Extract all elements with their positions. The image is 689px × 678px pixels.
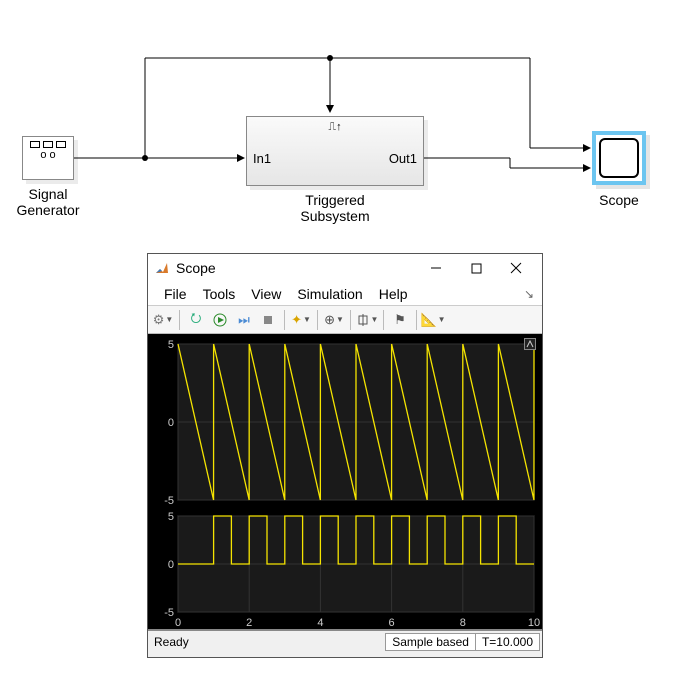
port-out1: Out1 (389, 151, 417, 166)
measurements-button[interactable]: 📐▼ (422, 309, 444, 331)
svg-text:0: 0 (168, 559, 174, 571)
plot-expand-icon[interactable] (524, 338, 536, 350)
triggers-button[interactable]: ⚑ (389, 309, 411, 331)
svg-text:0: 0 (175, 617, 181, 629)
zoom-button[interactable]: ⊕▼ (323, 309, 345, 331)
scope-axes-1[interactable]: -5 0 5 (148, 336, 542, 506)
highlight-button[interactable]: ✦▼ (290, 309, 312, 331)
step-forward-button[interactable]: ⏭ (233, 309, 255, 331)
svg-text:-5: -5 (164, 607, 174, 619)
menu-simulation[interactable]: Simulation (289, 286, 370, 302)
maximize-button[interactable] (456, 255, 496, 281)
status-time: T=10.000 (475, 633, 540, 651)
signal-generator-icon: oo (23, 137, 73, 161)
scope-window: Scope File Tools View Simulation Help ↘ … (147, 253, 543, 658)
block-label-signal-generator: Signal Generator (0, 186, 96, 218)
svg-text:2: 2 (246, 617, 252, 629)
window-title: Scope (176, 260, 216, 276)
restart-button[interactable]: ⭮ (185, 309, 207, 331)
ruler-icon: 📐 (420, 312, 436, 328)
simulink-diagram: oo Signal Generator ⎍↑ In1 Out1 Triggere… (0, 0, 689, 250)
minimize-icon (430, 262, 442, 274)
settings-button[interactable]: ⚙▼ (152, 309, 174, 331)
close-button[interactable] (496, 255, 536, 281)
highlight-icon: ✦ (291, 312, 302, 328)
stop-icon (262, 314, 274, 326)
svg-text:8: 8 (460, 617, 466, 629)
block-label-triggered-subsystem: Triggered Subsystem (246, 192, 424, 224)
scope-plot-area: -505 0246810-505 (148, 334, 542, 630)
scale-y-button[interactable]: ▼ (356, 309, 378, 331)
svg-text:6: 6 (389, 617, 395, 629)
restart-icon: ⭮ (191, 309, 202, 331)
block-label-scope: Scope (586, 192, 652, 208)
play-icon (213, 313, 227, 327)
title-bar[interactable]: Scope (148, 254, 542, 282)
gear-icon: ⚙ (153, 312, 165, 328)
menu-tools[interactable]: Tools (195, 286, 244, 302)
menu-help[interactable]: Help (371, 286, 416, 302)
step-icon: ⏭ (238, 312, 250, 328)
run-button[interactable] (209, 309, 231, 331)
status-ready: Ready (150, 634, 193, 650)
trigger-icon: ⎍↑ (328, 121, 341, 134)
maximize-icon (471, 263, 482, 274)
svg-text:5: 5 (168, 339, 174, 351)
scope-screen-icon (599, 138, 639, 178)
menu-file[interactable]: File (156, 286, 195, 302)
scope-axes-2[interactable]: 0246810-505 (148, 508, 542, 630)
trigger-flag-icon: ⚑ (394, 312, 406, 328)
scale-y-icon (356, 313, 370, 327)
status-sample-mode: Sample based (385, 633, 476, 651)
stop-button[interactable] (257, 309, 279, 331)
block-scope[interactable] (592, 131, 646, 185)
menu-view[interactable]: View (243, 286, 289, 302)
matlab-icon (154, 260, 170, 276)
menu-toolbar-toggle-icon[interactable]: ↘ (524, 287, 534, 301)
block-signal-generator[interactable]: oo (22, 136, 74, 180)
svg-text:10: 10 (528, 617, 540, 629)
svg-text:0: 0 (168, 417, 174, 429)
block-triggered-subsystem[interactable]: ⎍↑ In1 Out1 (246, 116, 424, 186)
port-in1: In1 (253, 151, 271, 166)
svg-text:5: 5 (168, 511, 174, 523)
status-bar: Ready Sample based T=10.000 (148, 630, 542, 652)
minimize-button[interactable] (416, 255, 456, 281)
zoom-in-icon: ⊕ (324, 312, 335, 328)
svg-text:4: 4 (317, 617, 323, 629)
menu-bar: File Tools View Simulation Help ↘ (148, 282, 542, 306)
close-icon (510, 262, 522, 274)
toolbar: ⚙▼ ⭮ ⏭ ✦▼ ⊕▼ ▼ ⚑ 📐▼ (148, 306, 542, 334)
svg-text:-5: -5 (164, 495, 174, 506)
